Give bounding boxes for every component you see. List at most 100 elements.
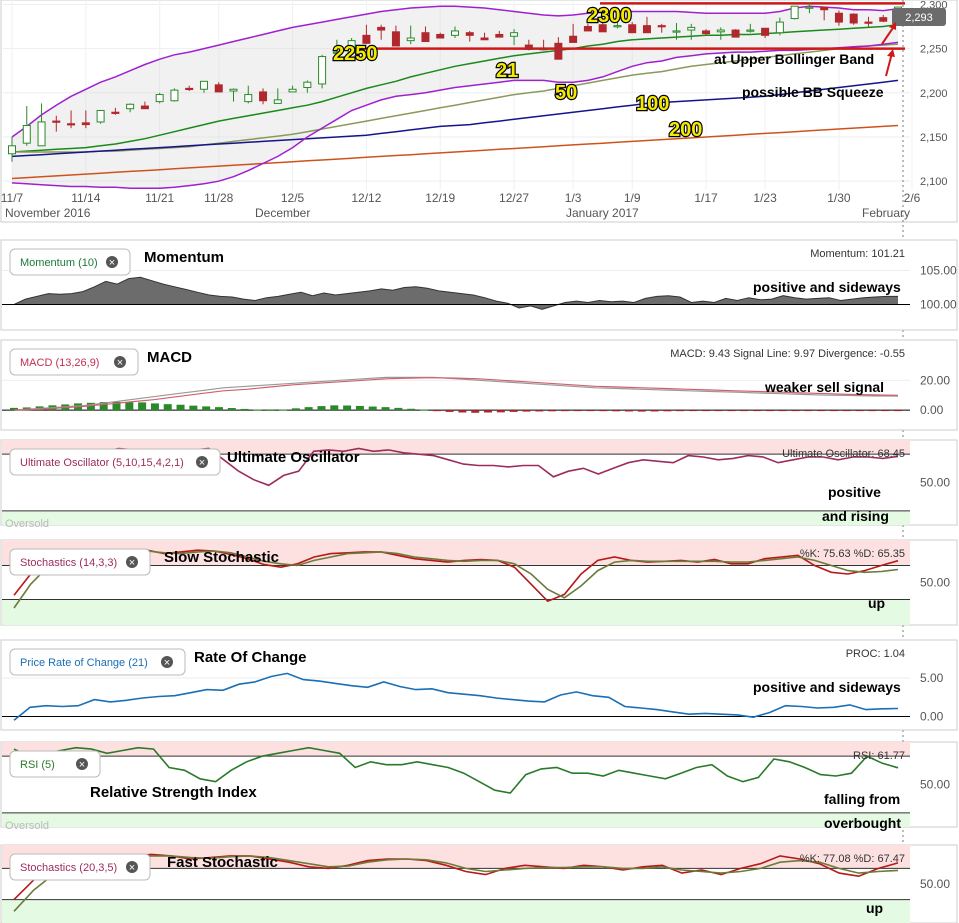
candle-body [318, 56, 327, 85]
candle-body [539, 48, 548, 51]
macd-histogram-bar [304, 407, 313, 411]
macd-histogram-bar [676, 410, 685, 412]
macd-histogram-bar [202, 406, 211, 411]
candle-body [185, 87, 194, 91]
month-label: December [255, 206, 310, 220]
panel-tick-label: 50.00 [920, 576, 950, 590]
annotation-upper-bb: at Upper Bollinger Band [714, 51, 874, 67]
panel-note: weaker sell signal [764, 379, 884, 395]
legend-label: MACD (13,26,9) [20, 357, 99, 369]
month-label: February [862, 206, 910, 220]
macd-histogram-bar [791, 410, 800, 412]
date-tick-label: 1/17 [694, 191, 718, 205]
candle-body [864, 21, 873, 24]
candle-body [37, 121, 46, 147]
candle-body [731, 29, 740, 38]
macd-histogram-bar [804, 410, 813, 412]
candle-body [702, 30, 711, 35]
panel-note: up [868, 595, 885, 611]
macd-histogram-bar [138, 402, 147, 411]
panel-note: and rising [822, 508, 889, 524]
panel-roc: 5.00 0.00 Price Rate of Change (21) × Rate O… [0, 639, 958, 731]
macd-histogram-bar [650, 410, 659, 412]
close-icon-glyph: × [199, 457, 205, 469]
candle-body [391, 31, 400, 47]
candle-body [849, 13, 858, 24]
oversold-zone [2, 599, 910, 625]
macd-histogram-bar [266, 409, 275, 411]
candle-body [495, 33, 504, 38]
month-label: November 2016 [5, 206, 91, 220]
candle-body [657, 25, 666, 28]
date-tick-label: 11/21 [145, 191, 174, 205]
annotation-ma100: 100 [636, 93, 669, 115]
macd-histogram-bar [471, 410, 480, 413]
macd-histogram-bar [586, 410, 595, 412]
price-tick-label: 2,250 [920, 44, 948, 56]
candle-body [761, 27, 770, 36]
macd-histogram-bar [573, 410, 582, 412]
macd-histogram-bar [445, 410, 454, 412]
oversold-zone [2, 812, 910, 827]
panel-tick-label: 105.00 [920, 263, 957, 277]
panel-title: Slow Stochastic [164, 549, 279, 566]
panel-slowstoch: 50.00 Stochastics (14,3,3) × Slow Stochasti… [0, 539, 958, 626]
macd-histogram-bar [727, 410, 736, 412]
macd-histogram-bar [343, 405, 352, 411]
panel-readout: Ultimate Oscillator: 68.45 [782, 448, 905, 460]
panel-note: falling from [824, 791, 900, 807]
macd-histogram-bar [599, 410, 608, 412]
macd-histogram-bar [855, 410, 864, 412]
annotation-ma50: 50 [555, 82, 577, 104]
candle-body [642, 25, 651, 34]
legend-label: RSI (5) [20, 759, 55, 771]
price-tick-label: 2,100 [920, 176, 948, 188]
candle-body [687, 26, 696, 31]
close-icon-glyph: × [109, 257, 115, 269]
macd-histogram-bar [279, 409, 288, 411]
macd-histogram-bar [868, 410, 877, 412]
panel-note: up [866, 900, 883, 916]
candle-body [406, 37, 415, 42]
candle-body [436, 33, 445, 39]
candle-body [81, 122, 90, 126]
last-price-badge-text: 2,293 [905, 12, 933, 24]
candle-body [451, 30, 459, 36]
candle-body [288, 88, 297, 93]
overbought-zone [2, 742, 910, 757]
candle-body [790, 5, 799, 20]
macd-histogram-bar [765, 410, 774, 412]
legend-label: Momentum (10) [20, 257, 98, 269]
close-icon-glyph: × [129, 557, 135, 569]
date-tick-label: 1/3 [565, 191, 582, 205]
date-tick-label: 1/23 [753, 191, 777, 205]
macd-histogram-bar [394, 407, 403, 411]
close-icon-glyph: × [79, 759, 85, 771]
macd-histogram-bar [227, 408, 236, 411]
candle-body [214, 84, 223, 93]
date-tick-label: 11/7 [1, 191, 24, 205]
price-tick-label: 2,200 [920, 88, 948, 100]
candle-body [155, 94, 164, 103]
macd-histogram-bar [419, 409, 428, 411]
date-tick-label: 11/14 [71, 191, 100, 205]
macd-histogram-bar [330, 405, 339, 411]
annotation-ma21: 21 [496, 60, 518, 82]
macd-histogram-bar [663, 410, 672, 412]
macd-histogram-bar [881, 410, 890, 412]
candle-body [524, 44, 533, 50]
macd-histogram-bar [842, 410, 851, 412]
date-tick-label: 1/9 [624, 191, 641, 205]
legend-label: Stochastics (14,3,3) [20, 557, 117, 569]
candle-body [569, 35, 578, 43]
panel-macd: 20.00 0.00 MACD (13,26,9) × MACD MACD: 9.43 S… [0, 339, 958, 431]
macd-histogram-bar [753, 410, 762, 412]
candle-body [554, 42, 563, 60]
macd-histogram-bar [624, 410, 633, 412]
candle-body [510, 32, 519, 37]
candle-body [805, 6, 814, 9]
date-tick-label: 2/6 [904, 191, 921, 205]
macd-histogram-bar [496, 410, 505, 413]
candle-body [480, 37, 489, 41]
macd-histogram-bar [150, 403, 159, 411]
